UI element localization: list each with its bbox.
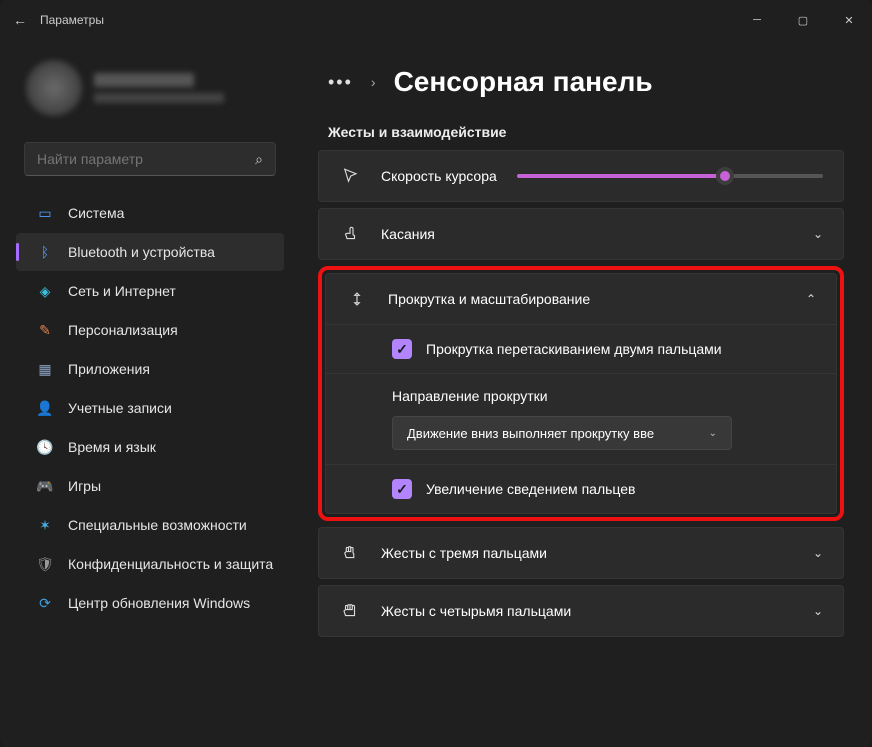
accessibility-icon: ✶ <box>36 516 54 534</box>
window-title: Параметры <box>40 13 104 27</box>
nav-accessibility[interactable]: ✶Специальные возможности <box>16 506 284 544</box>
three-finger-icon <box>339 544 361 562</box>
nav-personalization[interactable]: ✎Персонализация <box>16 311 284 349</box>
page-title: Сенсорная панель <box>394 66 653 98</box>
nav-system[interactable]: ▭Система <box>16 194 284 232</box>
maximize-button[interactable]: ▢ <box>780 0 826 40</box>
monitor-icon: ▭ <box>36 204 54 222</box>
profile-name <box>94 73 194 87</box>
nav-accounts[interactable]: 👤Учетные записи <box>16 389 284 427</box>
breadcrumb-separator: › <box>371 74 376 90</box>
bluetooth-icon: ᛒ <box>36 243 54 261</box>
cursor-icon <box>339 167 361 185</box>
nav-bluetooth[interactable]: ᛒBluetooth и устройства <box>16 233 284 271</box>
chevron-up-icon: ⌃ <box>806 292 816 306</box>
nav-network[interactable]: ◈Сеть и Интернет <box>16 272 284 310</box>
search-input[interactable] <box>37 151 255 167</box>
scroll-direction-value: Движение вниз выполняет прокрутку вве <box>407 426 654 441</box>
scroll-direction-label: Направление прокрутки <box>392 388 816 404</box>
search-box[interactable]: ⌕ <box>24 142 276 176</box>
avatar <box>26 60 82 116</box>
gamepad-icon: 🎮 <box>36 477 54 495</box>
breadcrumb: ••• › Сенсорная панель <box>318 40 844 120</box>
nav-apps[interactable]: ▦Приложения <box>16 350 284 388</box>
profile-block[interactable] <box>8 52 292 134</box>
cursor-speed-slider[interactable] <box>517 174 823 178</box>
card-scroll-zoom: Прокрутка и масштабирование ⌃ ✓ Прокрутк… <box>325 273 837 514</box>
profile-email <box>94 93 224 103</box>
nav-privacy[interactable]: 🛡Конфиденциальность и защита <box>16 545 284 583</box>
wifi-icon: ◈ <box>36 282 54 300</box>
tap-icon <box>339 225 361 243</box>
scroll-zoom-header[interactable]: Прокрутка и масштабирование ⌃ <box>326 274 836 324</box>
minimize-button[interactable]: ─ <box>734 0 780 40</box>
nav-update[interactable]: ⟳Центр обновления Windows <box>16 584 284 622</box>
main-content: ••• › Сенсорная панель Жесты и взаимодей… <box>300 40 872 747</box>
card-taps[interactable]: Касания ⌄ <box>318 208 844 260</box>
breadcrumb-more[interactable]: ••• <box>328 72 353 93</box>
scroll-direction-select[interactable]: Движение вниз выполняет прокрутку вве ⌄ <box>392 416 732 450</box>
shield-icon: 🛡 <box>36 555 54 573</box>
search-icon: ⌕ <box>255 151 263 168</box>
card-four-finger[interactable]: Жесты с четырьмя пальцами ⌄ <box>318 585 844 637</box>
two-finger-scroll-label: Прокрутка перетаскиванием двумя пальцами <box>426 341 722 357</box>
close-button[interactable]: ✕ <box>826 0 872 40</box>
section-label: Жесты и взаимодействие <box>328 124 844 140</box>
checkbox-pinch-zoom[interactable]: ✓ <box>392 479 412 499</box>
checkbox-two-finger-scroll[interactable]: ✓ <box>392 339 412 359</box>
update-icon: ⟳ <box>36 594 54 612</box>
chevron-down-icon: ⌄ <box>813 227 823 241</box>
person-icon: 👤 <box>36 399 54 417</box>
highlight-annotation: Прокрутка и масштабирование ⌃ ✓ Прокрутк… <box>318 266 844 521</box>
scroll-two-finger-row: ✓ Прокрутка перетаскиванием двумя пальца… <box>326 324 836 373</box>
three-finger-label: Жесты с тремя пальцами <box>381 545 547 561</box>
four-finger-label: Жесты с четырьмя пальцами <box>381 603 571 619</box>
card-three-finger[interactable]: Жесты с тремя пальцами ⌄ <box>318 527 844 579</box>
pinch-zoom-label: Увеличение сведением пальцев <box>426 481 636 497</box>
apps-icon: ▦ <box>36 360 54 378</box>
pinch-zoom-row: ✓ Увеличение сведением пальцев <box>326 464 836 513</box>
scroll-zoom-label: Прокрутка и масштабирование <box>388 291 590 307</box>
taps-label: Касания <box>381 226 435 242</box>
chevron-down-icon: ⌄ <box>813 604 823 618</box>
chevron-down-icon: ⌄ <box>813 546 823 560</box>
clock-icon: 🕓 <box>36 438 54 456</box>
brush-icon: ✎ <box>36 321 54 339</box>
card-cursor-speed: Скорость курсора <box>318 150 844 202</box>
nav-list: ▭Система ᛒBluetooth и устройства ◈Сеть и… <box>8 194 292 622</box>
nav-time[interactable]: 🕓Время и язык <box>16 428 284 466</box>
chevron-down-icon: ⌄ <box>709 428 717 439</box>
sidebar: ⌕ ▭Система ᛒBluetooth и устройства ◈Сеть… <box>0 40 300 747</box>
scroll-direction-row: Направление прокрутки Движение вниз выпо… <box>326 373 836 464</box>
scroll-icon <box>346 290 368 308</box>
nav-gaming[interactable]: 🎮Игры <box>16 467 284 505</box>
titlebar: ← Параметры ─ ▢ ✕ <box>0 0 872 40</box>
back-button[interactable]: ← <box>0 12 40 28</box>
four-finger-icon <box>339 602 361 620</box>
cursor-speed-label: Скорость курсора <box>381 168 497 184</box>
